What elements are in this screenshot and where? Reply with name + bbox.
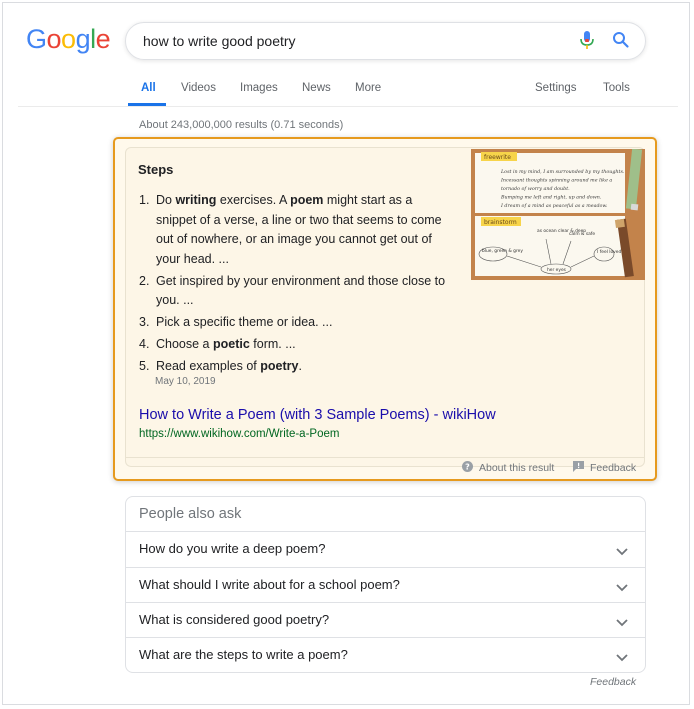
snippet-step: 4. Choose a poetic form. ... <box>139 335 454 355</box>
step-text: Do <box>156 193 176 207</box>
step-keyword: writing <box>175 193 217 207</box>
step-keyword: poem <box>290 193 324 207</box>
snippet-step: 5. Read examples of poetry. <box>139 357 454 377</box>
step-text: exercises. A <box>216 193 291 207</box>
help-icon: ? <box>462 461 473 475</box>
snippet-step: 1. Do writing exercises. A poem might sta… <box>139 191 454 269</box>
result-stats: About 243,000,000 results (0.71 seconds) <box>139 119 344 131</box>
snippet-steps-list: 1. Do writing exercises. A poem might sta… <box>139 191 454 379</box>
logo-letter: G <box>26 24 47 54</box>
paa-question-row[interactable]: What should I write about for a school p… <box>126 567 645 603</box>
chevron-down-icon <box>616 579 628 597</box>
search-bar[interactable] <box>125 22 646 60</box>
tab-more[interactable]: More <box>355 82 381 94</box>
tab-videos[interactable]: Videos <box>181 82 216 94</box>
snippet-step: 3. Pick a specific theme or idea. ... <box>139 313 454 333</box>
svg-text:brainstorm: brainstorm <box>484 219 517 226</box>
people-also-ask-title: People also ask <box>139 506 242 522</box>
thumb-poem-line: tornado of worry and doubt. <box>501 186 570 192</box>
step-number: 4. <box>139 337 150 351</box>
snippet-url: https://www.wikihow.com/Write-a-Poem <box>139 428 340 440</box>
snippet-result-link[interactable]: How to Write a Poem (with 3 Sample Poems… <box>139 407 496 423</box>
feedback-icon <box>573 461 584 475</box>
chevron-down-icon <box>616 614 628 632</box>
step-keyword: poetic <box>212 337 250 351</box>
thumb-bubble-text: calm & safe <box>569 231 595 237</box>
chevron-down-icon <box>616 543 628 561</box>
tab-tools[interactable]: Tools <box>603 82 630 94</box>
thumb-bubble-text: blue, green & grey <box>482 248 523 254</box>
logo-letter: o <box>61 24 76 54</box>
paa-question: How do you write a deep poem? <box>139 541 326 556</box>
people-also-ask: People also ask How do you write a deep … <box>125 496 646 673</box>
tabs-divider <box>18 106 678 107</box>
paa-question-row[interactable]: What are the steps to write a poem? <box>126 637 645 673</box>
paa-question: What is considered good poetry? <box>139 612 330 627</box>
paa-question-row[interactable]: What is considered good poetry? <box>126 602 645 638</box>
thumb-poem-line: Incessant thoughts spinning around me li… <box>500 178 612 184</box>
tab-settings[interactable]: Settings <box>535 82 577 94</box>
thumb-poem-line: Lost in my mind, I am surrounded by my t… <box>500 169 625 175</box>
svg-text:freewrite: freewrite <box>484 154 511 161</box>
step-number: 2. <box>139 273 150 288</box>
search-tabs: All Videos Images News More Settings Too… <box>0 80 694 106</box>
thumb-poem-line: Bumping me left and right, up and down. <box>500 195 602 201</box>
tab-images[interactable]: Images <box>240 82 278 94</box>
search-icon[interactable] <box>612 31 630 54</box>
svg-text:?: ? <box>465 462 470 471</box>
snippet-feedback-label: Feedback <box>590 461 637 474</box>
tab-news[interactable]: News <box>302 82 331 94</box>
step-number: 5. <box>139 359 150 373</box>
step-text: Choose a <box>156 337 213 351</box>
thumb-bubble-text: her eyes <box>547 267 567 273</box>
logo-letter: o <box>46 24 62 54</box>
step-keyword: poetry <box>260 359 299 373</box>
search-input[interactable] <box>143 32 563 50</box>
snippet-feedback-button[interactable]: Feedback <box>573 461 636 475</box>
page-feedback-link[interactable]: Feedback <box>590 676 636 688</box>
step-number: 1. <box>139 193 150 207</box>
step-text: Pick a specific theme or idea. ... <box>156 315 333 329</box>
thumb-bubble-text: I feel loved <box>597 249 621 255</box>
step-text: . <box>298 359 302 373</box>
tab-all[interactable]: All <box>141 82 156 94</box>
step-text: form. ... <box>249 337 296 351</box>
snippet-thumbnail[interactable]: freewrite brainstorm Lost in my mind, I … <box>471 149 645 280</box>
paa-question-row[interactable]: How do you write a deep poem? <box>126 531 645 567</box>
snippet-date: May 10, 2019 <box>155 376 216 387</box>
about-this-result-button[interactable]: ? About this result <box>462 461 554 475</box>
logo-letter: g <box>75 24 91 54</box>
step-number: 3. <box>139 315 150 329</box>
paa-question: What are the steps to write a poem? <box>139 647 348 662</box>
google-logo[interactable]: Google <box>26 24 111 55</box>
step-text: Read examples of <box>156 359 261 373</box>
snippet-title: Steps <box>138 162 174 177</box>
snippet-step: 2. Get inspired by your environment and t… <box>139 272 454 311</box>
snippet-footer-divider <box>126 457 645 458</box>
logo-letter: e <box>95 24 111 54</box>
mic-icon[interactable] <box>580 31 594 54</box>
about-this-result-label: About this result <box>479 461 555 474</box>
step-text: Get inspired by your environment and tho… <box>156 273 446 308</box>
paa-question: What should I write about for a school p… <box>139 577 400 592</box>
chevron-down-icon <box>616 649 628 667</box>
thumb-poem-line: I dream of a mind as peaceful as a meado… <box>500 203 608 209</box>
